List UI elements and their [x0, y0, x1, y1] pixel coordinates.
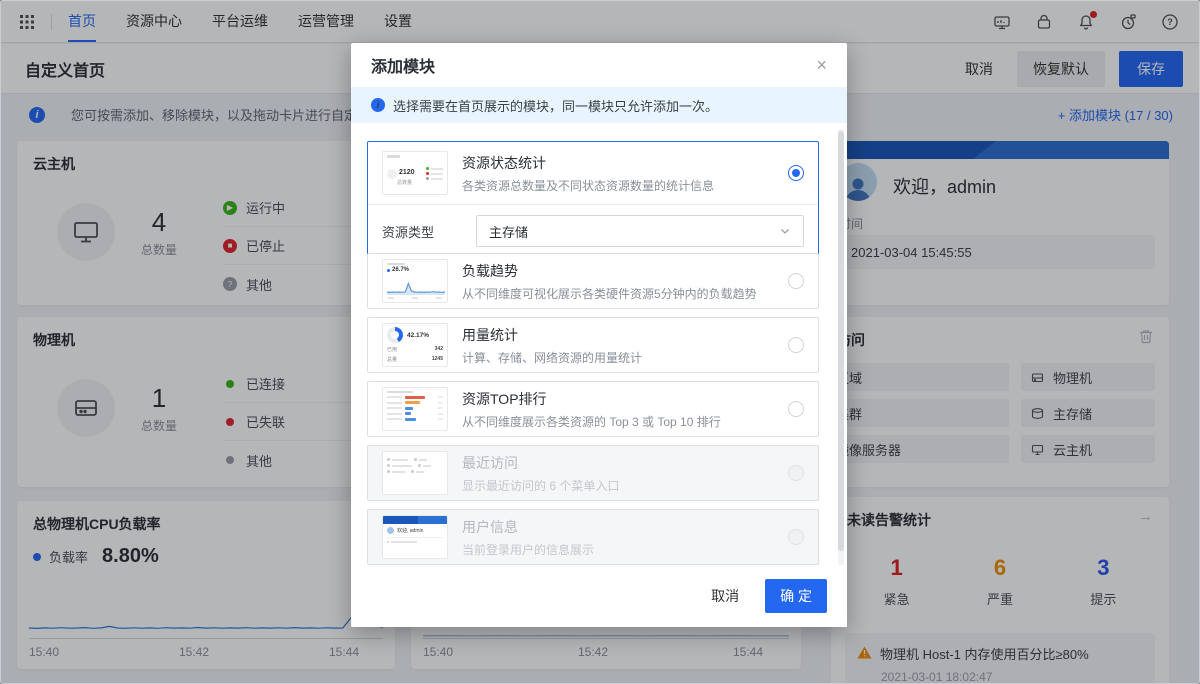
usage-stats-thumb: 42.17% 已用342 总量1245	[382, 323, 448, 367]
module-option-load-trend[interactable]: 26.7% 负载趋势 从不同维度可视化展示各类硬件资源5分钟内的负载趋势	[367, 253, 819, 309]
add-module-modal: 添加模块 × i 选择需要在首页展示的模块，同一模块只允许添加一次。 2120总…	[351, 43, 847, 627]
option-desc: 显示最近访问的 6 个菜单入口	[462, 477, 619, 494]
modal-header: 添加模块 ×	[351, 43, 847, 87]
radio-selected[interactable]	[788, 165, 804, 181]
modal-footer: 取消 确 定	[351, 565, 847, 627]
option-desc: 当前登录用户的信息展示	[462, 541, 594, 558]
option-title: 最近访问	[462, 453, 619, 473]
module-option-user-info: 欢迎, admin 用户信息 当前登录用户的信息展示	[367, 509, 819, 565]
resource-type-select[interactable]: 主存储	[476, 215, 804, 247]
donut-chart	[387, 327, 403, 343]
app-window: 首页 资源中心 平台运维 运营管理 设置 ? 自定义首页 取消 恢复默认 保存 …	[0, 0, 1200, 684]
option-title: 负载趋势	[462, 261, 757, 281]
radio-unselected[interactable]	[788, 273, 804, 289]
modal-cancel-button[interactable]: 取消	[703, 580, 747, 612]
modal-notice-text: 选择需要在首页展示的模块，同一模块只允许添加一次。	[393, 96, 718, 115]
option-desc: 从不同维度可视化展示各类硬件资源5分钟内的负载趋势	[462, 285, 757, 302]
module-option-recent-access: 最近访问 显示最近访问的 6 个菜单入口	[367, 445, 819, 501]
radio-unselected[interactable]	[788, 337, 804, 353]
option-title: 用户信息	[462, 517, 594, 537]
modal-ok-button[interactable]: 确 定	[765, 579, 827, 613]
option-desc: 计算、存储、网络资源的用量统计	[462, 349, 642, 366]
option-title: 资源TOP排行	[462, 389, 721, 409]
resource-status-thumb: 2120总数量	[382, 151, 448, 195]
user-info-thumb: 欢迎, admin	[382, 515, 448, 559]
module-option-resource-status[interactable]: 2120总数量 资源状态统计 各类资源总数量及不同状态资源数量的统计信息	[367, 141, 819, 258]
info-icon: i	[371, 98, 385, 112]
modal-notice: i 选择需要在首页展示的模块，同一模块只允许添加一次。	[351, 87, 847, 123]
load-trend-thumb: 26.7%	[382, 259, 448, 303]
close-icon[interactable]: ×	[816, 56, 827, 74]
top-ranking-thumb	[382, 387, 448, 431]
chevron-down-icon	[779, 225, 791, 237]
modal-title: 添加模块	[371, 53, 435, 77]
recent-access-thumb	[382, 451, 448, 495]
option-title: 资源状态统计	[462, 153, 714, 173]
modal-scrollbar[interactable]	[838, 129, 844, 601]
radio-disabled	[788, 465, 804, 481]
module-option-usage-stats[interactable]: 42.17% 已用342 总量1245 用量统计 计算、存储、网络资源的用量统计	[367, 317, 819, 373]
option-desc: 各类资源总数量及不同状态资源数量的统计信息	[462, 177, 714, 194]
scrollbar-thumb[interactable]	[838, 131, 844, 551]
radio-unselected[interactable]	[788, 401, 804, 417]
option-title: 用量统计	[462, 325, 642, 345]
radio-disabled	[788, 529, 804, 545]
resource-type-label: 资源类型	[382, 222, 434, 241]
resource-type-row: 资源类型 主存储	[368, 205, 818, 257]
resource-type-value: 主存储	[489, 222, 528, 241]
module-option-top-ranking[interactable]: 资源TOP排行 从不同维度展示各类资源的 Top 3 或 Top 10 排行	[367, 381, 819, 437]
option-desc: 从不同维度展示各类资源的 Top 3 或 Top 10 排行	[462, 413, 721, 430]
